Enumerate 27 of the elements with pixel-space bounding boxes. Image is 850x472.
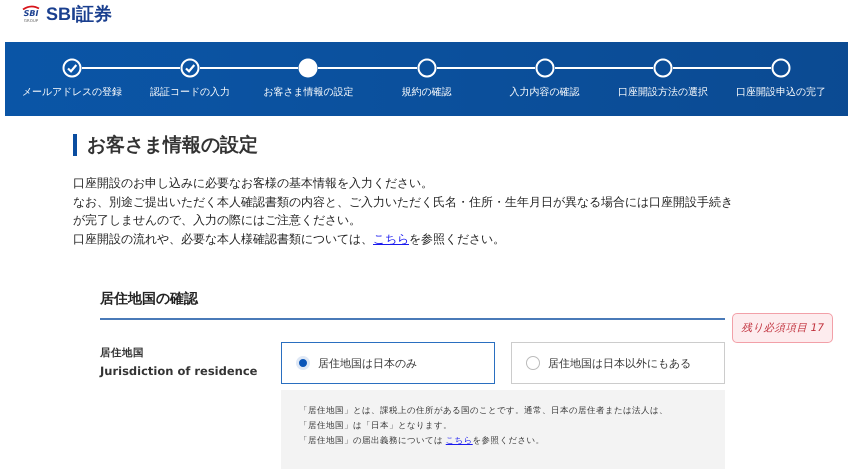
section-title: 居住地国の確認 [100,290,200,308]
logo-swoosh-icon [22,5,40,10]
field-label: 居住地国 [100,346,145,360]
required-count-badge: 残り必須項目 17 [732,313,833,343]
note-text: 「居住地国」の届出義務については こちら を参照ください。 [299,435,546,448]
page-heading: お客さま情報の設定 [73,134,850,156]
note-text: 「居住地国」とは、課税上の住所がある国のことです。通常、日本の居住者または法人は、 [299,405,669,418]
radio-option[interactable]: 居住地国は日本以外にもある [511,342,725,384]
field-label: Jurisdiction of residence [100,364,258,378]
intro-text: 口座開設の流れや、必要な本人様確認書類については、こちら を参照ください。 [73,230,506,248]
step-label: メールアドレスの登録 [22,86,122,99]
step-label: 口座開設方法の選択 [618,86,708,99]
intro-text: なお、別途ご提出いただく本人確認書類の内容と、ご入力いただく氏名・住所・生年月日が異なる場合には口座開設手続きが完了しませんので、入力の際にはご注意ください。 [73,194,734,229]
link[interactable]: こちら [373,232,409,246]
note-text: 「居住地国」は「日本」となります。 [299,420,453,433]
logo-mark-text: SBI [24,10,38,18]
step-label: 規約の確認 [401,86,452,99]
radio-icon [296,356,310,370]
link[interactable]: こちら [446,436,473,446]
step-label: 認証コードの入力 [150,86,230,99]
step-label: 入力内容の確認 [510,86,580,99]
step-label: お客さま情報の設定 [263,86,354,99]
radio-icon [526,356,540,370]
step-label: 口座開設申込の完了 [736,86,826,99]
intro-text: 口座開設のお申し込みに必要なお客様の基本情報を入力ください。 [73,175,434,192]
radio-option[interactable]: 居住地国は日本のみ [281,342,495,384]
logo-text: SBI証券 [46,3,112,26]
